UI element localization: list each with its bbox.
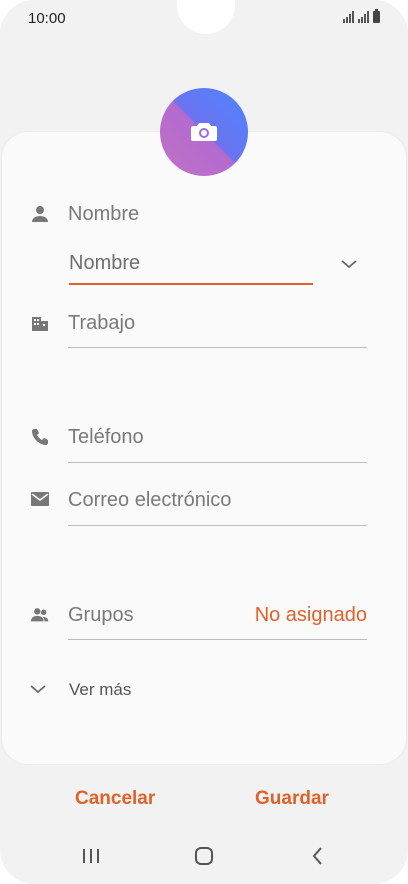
email-underline	[68, 525, 367, 526]
back-icon[interactable]	[311, 847, 325, 870]
name-input[interactable]: Nombre	[69, 252, 140, 275]
work-underline	[68, 347, 367, 348]
expand-name-chevron-icon[interactable]	[339, 254, 359, 274]
camera-notch	[177, 0, 235, 34]
add-photo-button[interactable]	[160, 88, 248, 176]
phone-icon	[30, 427, 50, 447]
groups-label: Grupos	[68, 604, 134, 626]
chevron-down-icon[interactable]	[28, 679, 48, 699]
work-field[interactable]: Trabajo	[68, 312, 135, 335]
groups-underline	[68, 639, 367, 640]
email-icon	[30, 489, 50, 509]
group-icon	[30, 605, 50, 625]
phone-underline	[68, 462, 367, 463]
contact-form-card	[2, 132, 406, 764]
phone-screen: 10:00 Nombre Nombre Trabajo Teléfono Cor…	[0, 0, 408, 884]
navigation-bar	[0, 830, 408, 884]
status-icons	[343, 9, 380, 23]
name-section-label: Nombre	[68, 203, 140, 225]
home-icon[interactable]	[194, 847, 214, 870]
name-input-underline	[69, 283, 313, 285]
groups-value-button[interactable]: No asignado	[255, 604, 367, 627]
phone-field[interactable]: Teléfono	[68, 426, 144, 449]
signal-icon-2	[358, 11, 369, 23]
email-field[interactable]: Correo electrónico	[68, 489, 231, 512]
recent-apps-icon[interactable]	[82, 848, 100, 869]
camera-icon	[191, 123, 217, 141]
battery-icon	[373, 9, 380, 23]
cancel-button[interactable]: Cancelar	[75, 788, 155, 810]
see-more-button[interactable]: Ver más	[69, 680, 131, 700]
signal-icon	[343, 11, 354, 23]
status-time: 10:00	[28, 10, 66, 27]
person-icon	[30, 204, 50, 224]
save-button[interactable]: Guardar	[255, 788, 329, 810]
building-icon	[30, 313, 50, 333]
